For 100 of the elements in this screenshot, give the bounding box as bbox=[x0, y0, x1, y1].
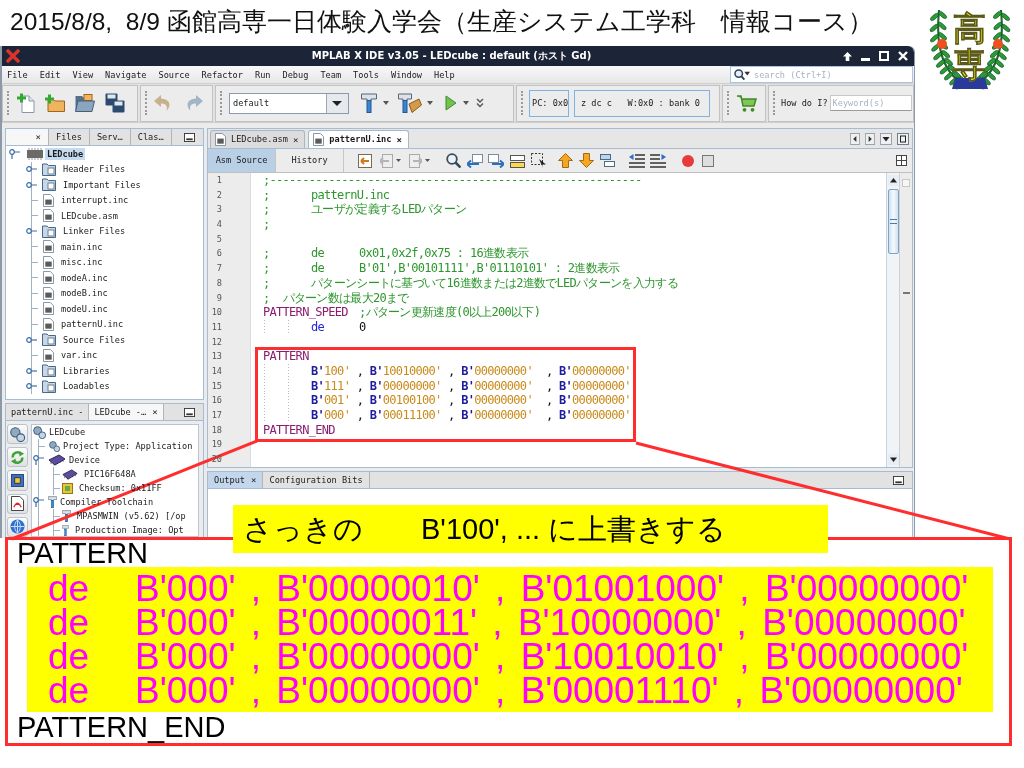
tree-item[interactable]: LEDcube bbox=[45, 147, 86, 160]
outdent-icon[interactable] bbox=[629, 153, 645, 168]
tree-item[interactable]: Libraries bbox=[61, 364, 112, 377]
view-tab[interactable]: History bbox=[276, 149, 344, 172]
search-field[interactable]: search (Ctrl+I) bbox=[730, 66, 913, 83]
menu-item[interactable]: Help bbox=[434, 66, 455, 83]
tab[interactable]: LEDcube.asm × bbox=[210, 130, 306, 148]
caret-icon[interactable] bbox=[425, 159, 430, 162]
tab[interactable]: Output × bbox=[208, 472, 264, 488]
close-tab-button[interactable]: × bbox=[292, 134, 299, 145]
tree-item[interactable]: Loadables bbox=[61, 380, 112, 393]
selection-icon[interactable] bbox=[531, 153, 546, 168]
tree-item[interactable]: modeU.inc bbox=[59, 302, 110, 315]
close-tab-button[interactable]: × bbox=[251, 475, 257, 485]
menu-item[interactable]: Edit bbox=[39, 66, 61, 83]
hammer-brush-icon[interactable] bbox=[398, 93, 422, 113]
tree-item[interactable]: Production Image: Opt bbox=[73, 524, 186, 536]
tree-item[interactable]: LEDcube bbox=[47, 426, 88, 438]
maximize-icon[interactable] bbox=[897, 132, 909, 145]
menu-item[interactable]: Debug bbox=[282, 66, 309, 83]
tree-item[interactable]: MPASMWIN (v5.62) [/op bbox=[75, 510, 188, 522]
search-icon[interactable] bbox=[734, 69, 750, 80]
magnifier-icon[interactable] bbox=[446, 153, 461, 168]
side-button[interactable] bbox=[7, 493, 28, 514]
left-arrow-icon[interactable] bbox=[850, 132, 860, 145]
tab[interactable]: Configuration Bits bbox=[263, 472, 370, 488]
tree-item[interactable]: Linker Files bbox=[61, 225, 128, 238]
tree-item[interactable]: Project Type: Application bbox=[61, 440, 195, 452]
tree-item[interactable]: LEDcube.asm bbox=[59, 209, 120, 222]
tree-item[interactable]: modeB.inc bbox=[59, 287, 110, 300]
tree-toggle-icon[interactable] bbox=[26, 181, 37, 188]
scrollbar-thumb[interactable] bbox=[887, 189, 899, 254]
caret-icon[interactable] bbox=[463, 101, 469, 105]
down-arrow-icon[interactable] bbox=[887, 454, 899, 465]
tree-item[interactable]: interrupt.inc bbox=[59, 194, 131, 207]
tree-toggle-icon[interactable] bbox=[26, 336, 37, 343]
find-previous-icon[interactable] bbox=[467, 153, 483, 168]
bookmark-icon[interactable] bbox=[600, 154, 615, 167]
tree-toggle-icon[interactable] bbox=[33, 455, 44, 465]
menu-item[interactable]: Tools bbox=[353, 66, 379, 83]
tree-toggle-icon[interactable] bbox=[26, 367, 37, 374]
menu-item[interactable]: File bbox=[7, 66, 28, 83]
keyword-field[interactable]: Keyword(s) bbox=[829, 95, 912, 111]
menu-item[interactable]: Run bbox=[254, 66, 271, 83]
caret-icon[interactable] bbox=[396, 159, 401, 162]
tree-toggle-icon[interactable] bbox=[9, 148, 20, 159]
folder-icon[interactable] bbox=[75, 94, 95, 112]
up-arrow-icon[interactable] bbox=[887, 175, 899, 186]
right-arrow-icon[interactable] bbox=[865, 132, 875, 145]
menu-item[interactable]: Refactor bbox=[201, 66, 243, 83]
caret-icon[interactable] bbox=[427, 101, 433, 105]
tree-item[interactable]: Source Files bbox=[61, 333, 128, 346]
minimize-icon[interactable] bbox=[861, 57, 870, 61]
side-button[interactable] bbox=[7, 516, 28, 537]
tree-item[interactable]: patternU.inc bbox=[59, 318, 126, 331]
side-button[interactable] bbox=[7, 470, 28, 491]
tab[interactable]: Clas… bbox=[130, 129, 172, 145]
close-tab-button[interactable]: × bbox=[35, 132, 41, 142]
minimize-icon[interactable] bbox=[893, 475, 904, 485]
tab[interactable]: patternU.inc × bbox=[308, 130, 409, 148]
close-tab-button[interactable]: × bbox=[396, 134, 402, 145]
tree-toggle-icon[interactable] bbox=[26, 166, 37, 173]
new-folder-icon[interactable] bbox=[45, 94, 65, 112]
close-icon[interactable] bbox=[898, 51, 908, 61]
minimize-icon[interactable] bbox=[184, 407, 195, 417]
menu-item[interactable]: Source bbox=[158, 66, 190, 83]
tree-toggle-icon[interactable] bbox=[26, 228, 37, 235]
minimize-icon[interactable] bbox=[184, 132, 195, 142]
up-arrow-icon[interactable] bbox=[843, 51, 852, 61]
side-button[interactable] bbox=[7, 424, 28, 445]
menu-item[interactable]: Team bbox=[320, 66, 342, 83]
tab[interactable]: LEDcube -… × bbox=[89, 404, 164, 420]
chevron-icon[interactable] bbox=[476, 98, 484, 108]
tree-item[interactable]: Header Files bbox=[61, 163, 128, 176]
save-icon[interactable] bbox=[105, 93, 125, 113]
tab[interactable]: Serv… bbox=[89, 129, 131, 145]
tree-item[interactable]: var.inc bbox=[59, 349, 100, 362]
tree-item[interactable]: misc.inc bbox=[59, 256, 105, 269]
tab[interactable]: Files bbox=[49, 129, 90, 145]
new-file-icon[interactable] bbox=[17, 93, 35, 113]
tree-item[interactable]: main.inc bbox=[59, 240, 105, 253]
tab[interactable]: × bbox=[6, 129, 49, 145]
view-tab[interactable]: Asm Source bbox=[208, 149, 276, 172]
arrow-box-icon[interactable] bbox=[358, 153, 372, 168]
cart-icon[interactable] bbox=[737, 94, 757, 112]
vertical-scrollbar[interactable] bbox=[886, 173, 899, 467]
split-icon[interactable] bbox=[896, 155, 907, 166]
caret-icon[interactable] bbox=[880, 132, 892, 145]
find-next-icon[interactable] bbox=[488, 153, 504, 168]
tree-item[interactable]: Device bbox=[67, 454, 103, 466]
stop-icon[interactable] bbox=[702, 154, 714, 167]
configuration-select[interactable]: default bbox=[229, 92, 349, 114]
menu-item[interactable]: View bbox=[72, 66, 94, 83]
play-icon[interactable] bbox=[445, 95, 457, 111]
tree-item[interactable]: modeA.inc bbox=[59, 271, 110, 284]
caret-icon[interactable] bbox=[383, 101, 389, 105]
menu-item[interactable]: Navigate bbox=[105, 66, 147, 83]
tree-toggle-icon[interactable] bbox=[26, 383, 37, 390]
indent-icon[interactable] bbox=[650, 153, 666, 168]
tree-item[interactable]: Compiler Toolchain bbox=[58, 496, 156, 508]
